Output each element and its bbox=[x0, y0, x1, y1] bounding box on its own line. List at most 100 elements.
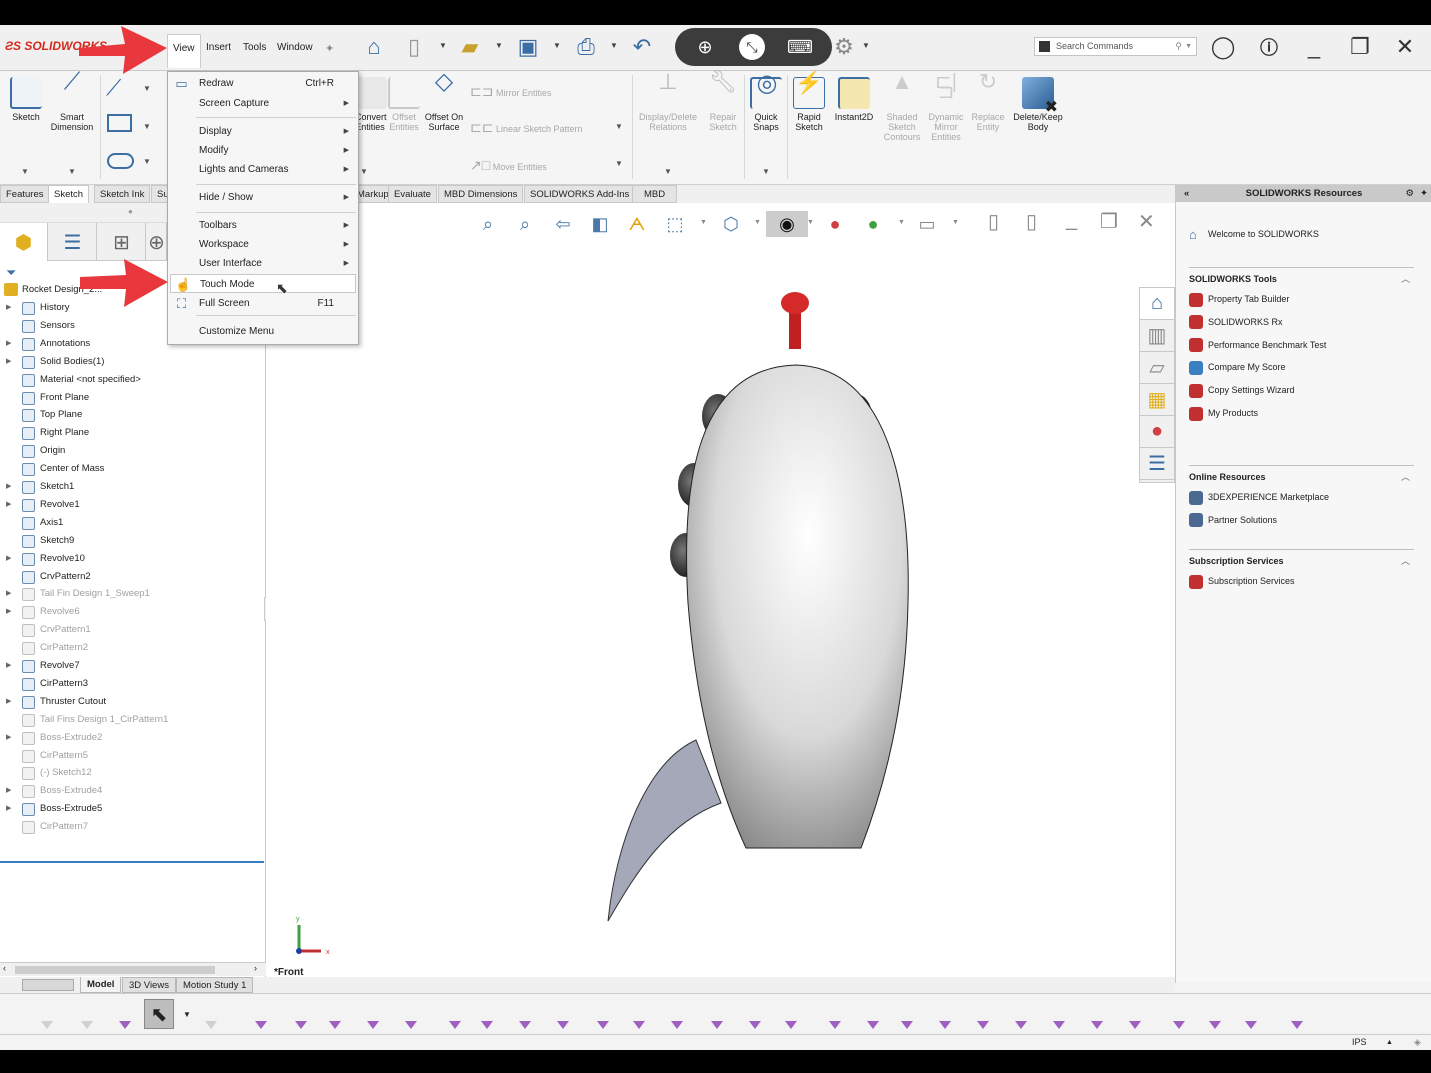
resource-link[interactable]: SOLIDWORKS Rx bbox=[1189, 314, 1283, 330]
menu-item-display[interactable]: Display ▶ bbox=[170, 122, 356, 141]
filter-mate-references-icon[interactable] bbox=[1120, 999, 1150, 1029]
display-style-icon[interactable]: ⬡ bbox=[718, 211, 744, 237]
filter-blocks-icon[interactable] bbox=[1044, 999, 1074, 1029]
file-explorer-tab-icon[interactable]: ▱ bbox=[1140, 352, 1174, 384]
display-delete-relations-button[interactable]: ⊥ Display/Delete Relations bbox=[636, 71, 700, 133]
tag-icon[interactable]: ◈ bbox=[1414, 1035, 1421, 1050]
tab-model[interactable]: Model bbox=[80, 977, 122, 993]
filter-welds-icon[interactable] bbox=[930, 999, 960, 1029]
convert-entities-button[interactable]: Convert Entities bbox=[355, 77, 387, 132]
design-library-tab-icon[interactable]: ▥ bbox=[1140, 320, 1174, 352]
slot-dropdown-caret[interactable]: ▼ bbox=[143, 157, 151, 166]
user-account-icon[interactable]: ◯ bbox=[1209, 33, 1237, 61]
collapse-chevron-icon[interactable]: ︿ bbox=[1401, 272, 1410, 285]
toggle-filter-toolbar-icon[interactable] bbox=[32, 999, 62, 1029]
apply-scene-icon[interactable]: ● bbox=[860, 211, 886, 237]
rectangle-tool-icon[interactable] bbox=[107, 114, 132, 132]
scene-caret[interactable]: ▼ bbox=[898, 219, 905, 226]
offset-entities-button[interactable]: Offset Entities bbox=[386, 77, 422, 132]
filter-midpoints-icon[interactable] bbox=[588, 999, 618, 1029]
home-icon[interactable]: ⌂ bbox=[360, 33, 388, 61]
linear-pattern-dropdown-caret[interactable]: ▼ bbox=[615, 122, 623, 131]
expand-caret-icon[interactable]: ▶ bbox=[6, 353, 11, 371]
resource-link[interactable]: Property Tab Builder bbox=[1189, 291, 1289, 307]
save-dropdown-caret[interactable]: ▼ bbox=[553, 41, 561, 50]
tab-evaluate[interactable]: Evaluate bbox=[388, 185, 437, 203]
filter-sketch-segments-icon[interactable] bbox=[548, 999, 578, 1029]
resource-link[interactable]: 3DEXPERIENCE Marketplace bbox=[1189, 489, 1329, 505]
options-gear-icon[interactable]: ⚙ bbox=[830, 33, 858, 61]
line-dropdown-caret[interactable]: ▼ bbox=[143, 84, 151, 93]
delete-keep-body-button[interactable]: ✖ Delete/Keep Body bbox=[1010, 77, 1066, 132]
smart-dimension-dropdown-caret[interactable]: ▼ bbox=[68, 167, 76, 176]
resources-section-header[interactable]: Subscription Services ︿ bbox=[1189, 549, 1414, 566]
filter-gtols-icon[interactable] bbox=[776, 999, 806, 1029]
filter-cosmetic-threads-icon[interactable] bbox=[1006, 999, 1036, 1029]
tab-scroll-buttons[interactable] bbox=[22, 979, 74, 991]
tile-right-icon[interactable]: ▯ bbox=[1026, 209, 1037, 234]
expand-caret-icon[interactable]: ▶ bbox=[6, 693, 11, 711]
rapid-sketch-button[interactable]: ⚡ Rapid Sketch bbox=[790, 72, 828, 132]
open-icon[interactable]: ▰ bbox=[456, 33, 484, 61]
resource-link[interactable]: Partner Solutions bbox=[1189, 512, 1277, 528]
tab-features[interactable]: Features bbox=[0, 185, 50, 203]
tab-solidworks-add-ins[interactable]: SOLIDWORKS Add-Ins bbox=[524, 185, 636, 203]
menu-item-customize-menu[interactable]: Customize Menu bbox=[170, 322, 356, 341]
filter-notes-icon[interactable] bbox=[820, 999, 850, 1029]
filter-edges-icon[interactable] bbox=[286, 999, 316, 1029]
search-dropdown-caret[interactable]: ▼ bbox=[1185, 38, 1192, 55]
tab-sketch[interactable]: Sketch bbox=[48, 185, 90, 203]
rollback-bar[interactable] bbox=[0, 861, 264, 863]
edit-appearance-icon[interactable]: ● bbox=[822, 211, 848, 237]
view-settings-caret[interactable]: ▼ bbox=[952, 219, 959, 226]
minimize-button[interactable]: _ bbox=[1300, 33, 1328, 61]
task-pane-settings-icon[interactable]: ⚙ bbox=[1405, 185, 1414, 202]
save-icon[interactable]: ▣ bbox=[514, 33, 542, 61]
menu-item-touch-mode[interactable]: ☝ Touch Mode bbox=[170, 274, 356, 293]
expand-caret-icon[interactable]: ▶ bbox=[6, 299, 11, 317]
appearances-tab-icon[interactable]: ● bbox=[1140, 416, 1174, 448]
filter-solid-bodies-icon[interactable] bbox=[396, 999, 426, 1029]
filter-datum-features-icon[interactable] bbox=[858, 999, 888, 1029]
relations-dropdown-caret[interactable]: ▼ bbox=[664, 167, 672, 176]
menu-item-toolbars[interactable]: Toolbars ▶ bbox=[170, 216, 356, 235]
remote-connect-icon[interactable]: ⤡ bbox=[739, 34, 765, 60]
view-orientation-caret[interactable]: ▼ bbox=[700, 219, 707, 226]
resource-link[interactable]: Subscription Services bbox=[1189, 573, 1295, 589]
pin-icon[interactable]: ✦ bbox=[325, 42, 334, 55]
filter-center-of-mass-icon[interactable] bbox=[1082, 999, 1112, 1029]
filter-vertices-icon[interactable] bbox=[246, 999, 276, 1029]
expand-caret-icon[interactable]: ▶ bbox=[6, 496, 11, 514]
toggle-selection-filters-icon[interactable] bbox=[72, 999, 102, 1029]
filter-center-marks-icon[interactable] bbox=[624, 999, 654, 1029]
filter-datum-targets-icon[interactable] bbox=[968, 999, 998, 1029]
resource-link[interactable]: My Products bbox=[1189, 405, 1258, 421]
rectangle-dropdown-caret[interactable]: ▼ bbox=[143, 122, 151, 131]
select-tool-icon[interactable]: ⬉ bbox=[144, 999, 174, 1029]
viewport-minimize-icon[interactable]: _ bbox=[1066, 209, 1077, 232]
sketch-button[interactable]: Sketch bbox=[6, 77, 46, 122]
expand-caret-icon[interactable]: ▶ bbox=[6, 729, 11, 747]
smart-dimension-button[interactable]: ⟋ Smart Dimension bbox=[46, 70, 98, 133]
menu-item-screen-capture[interactable]: Screen Capture ▶ bbox=[170, 94, 356, 113]
mirror-entities-button[interactable]: ⊏⊐ Mirror Entities bbox=[470, 83, 552, 100]
filter-weld-symbols-icon[interactable] bbox=[892, 999, 922, 1029]
move-entities-button[interactable]: ↗□ Move Entities bbox=[470, 157, 547, 174]
filter-axes-icon[interactable] bbox=[440, 999, 470, 1029]
select-dropdown-icon[interactable]: ▼ bbox=[180, 999, 194, 1029]
menu-item-redraw[interactable]: ▭ Redraw Ctrl+R bbox=[170, 74, 356, 93]
instant2d-button[interactable]: Instant2D bbox=[831, 77, 877, 122]
zoom-in-icon[interactable]: ⊕ bbox=[692, 34, 718, 60]
menu-window[interactable]: Window bbox=[272, 34, 318, 68]
sketch-dropdown-caret[interactable]: ▼ bbox=[21, 167, 29, 176]
slot-tool-icon[interactable] bbox=[107, 153, 134, 169]
dynamic-annotation-views-icon[interactable]: ᗅ bbox=[624, 211, 650, 237]
collapse-chevron-icon[interactable]: ︿ bbox=[1401, 554, 1410, 567]
filter-hole-table-icon[interactable] bbox=[1236, 999, 1266, 1029]
zoom-to-fit-icon[interactable]: ⌕ bbox=[475, 211, 501, 237]
scroll-left-arrow[interactable]: ‹ bbox=[3, 963, 6, 973]
feature-manager-tab-icon[interactable]: ⬢ bbox=[0, 223, 48, 261]
scroll-thumb[interactable] bbox=[15, 966, 215, 974]
hide-show-caret[interactable]: ▼ bbox=[807, 219, 814, 226]
resource-link[interactable]: Performance Benchmark Test bbox=[1189, 337, 1326, 353]
